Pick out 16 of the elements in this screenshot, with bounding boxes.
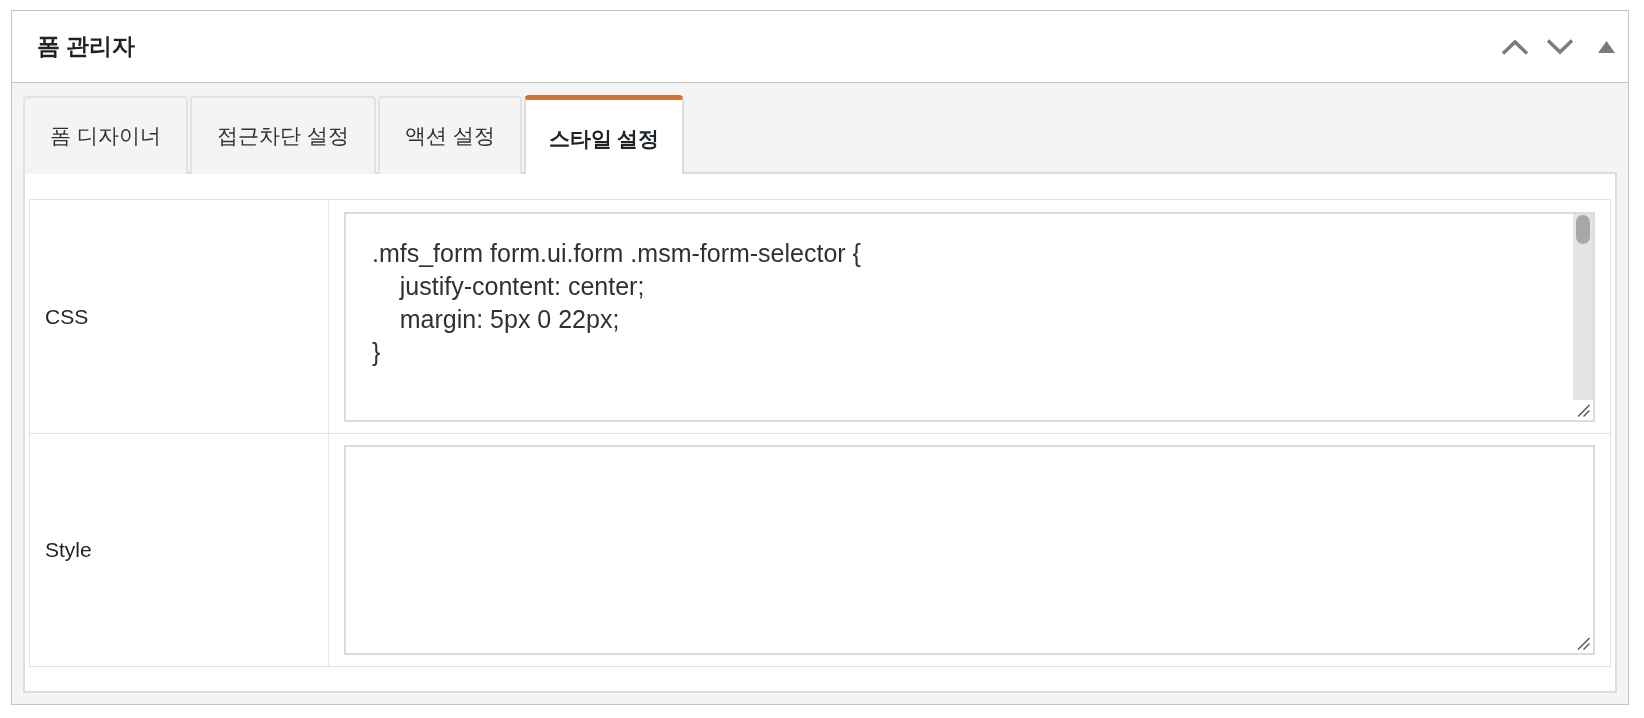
resize-handle-icon[interactable] <box>1577 637 1590 650</box>
tab[interactable]: 접근차단 설정 <box>189 96 376 174</box>
chevron-up-icon[interactable] <box>1501 38 1529 55</box>
scrollbar-thumb[interactable] <box>1576 214 1590 244</box>
chevron-down-icon[interactable] <box>1546 38 1574 55</box>
field-label: CSS <box>45 303 89 330</box>
textarea-field[interactable]: .mfs_form form.ui.form .msm-form-selector { justify-content: center; margin: 5px 0 22px; } <box>344 211 1595 422</box>
resize-handle-icon[interactable] <box>1577 403 1590 417</box>
textarea-field[interactable] <box>344 445 1595 655</box>
tab[interactable]: 폼 디자이너 <box>23 96 188 174</box>
field-label: Style <box>45 537 92 564</box>
tab[interactable]: 스타일 설정 <box>523 95 685 174</box>
scrollbar[interactable] <box>1573 213 1593 400</box>
panel-title: 폼 관리자 <box>37 35 136 58</box>
triangle-up-icon[interactable] <box>1598 40 1615 53</box>
tab[interactable]: 액션 설정 <box>377 96 522 174</box>
